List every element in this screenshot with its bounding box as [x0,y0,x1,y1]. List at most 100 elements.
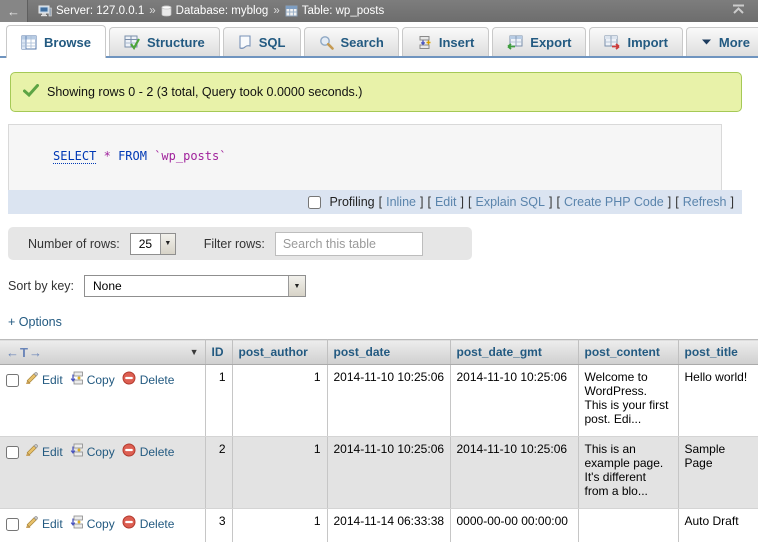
cell-post-title[interactable]: Hello world! [678,365,758,437]
collapse-icon [731,4,746,18]
delete-label: Delete [140,517,175,531]
column-header-post-date[interactable]: post_date [334,345,391,359]
column-header-post-author[interactable]: post_author [239,345,308,359]
back-button[interactable]: ← [0,0,28,22]
tab-export-label: Export [530,35,571,50]
cell-id[interactable]: 3 [205,509,232,542]
breadcrumb-table-link[interactable]: Table: wp_posts [285,5,384,17]
cell-post-date[interactable]: 2014-11-14 06:33:38 [327,509,450,542]
cell-post-content[interactable]: Welcome to WordPress. This is your first… [578,365,678,437]
bracket: ] [420,195,423,209]
delete-label: Delete [140,445,175,459]
tab-sql-label: SQL [259,35,286,50]
edit-link[interactable]: Edit [25,444,63,460]
cell-post-author[interactable]: 1 [232,365,327,437]
delete-link[interactable]: Delete [122,443,175,460]
tab-sql[interactable]: SQL [223,27,301,56]
cell-post-date-gmt[interactable]: 2014-11-10 10:25:06 [450,365,578,437]
copy-link[interactable]: Copy [70,371,115,388]
tab-import[interactable]: Import [589,27,682,56]
column-header-post-date-gmt[interactable]: post_date_gmt [457,345,542,359]
cell-post-content[interactable] [578,509,678,542]
tab-more[interactable]: More [686,27,758,56]
cell-post-date[interactable]: 2014-11-10 10:25:06 [327,365,450,437]
copy-link[interactable]: Copy [70,515,115,532]
sql-query-section: SELECT * FROM `wp_posts` Profiling [ Inl… [8,124,758,214]
check-all-arrows[interactable]: ←T→ [6,345,43,360]
sql-keyword-from: FROM [118,149,147,163]
delete-link[interactable]: Delete [122,371,175,388]
sort-by-key-label: Sort by key: [8,279,74,293]
copy-link[interactable]: Copy [70,443,115,460]
cell-post-date-gmt[interactable]: 0000-00-00 00:00:00 [450,509,578,542]
profiling-label: Profiling [329,195,374,209]
cell-post-date[interactable]: 2014-11-10 10:25:06 [327,437,450,509]
sort-by-key-select[interactable]: None ▼ [84,275,306,297]
delete-icon [122,515,136,532]
column-header-id[interactable]: ID [212,345,224,359]
cell-post-content[interactable]: This is an example page. It's different … [578,437,678,509]
number-of-rows-select[interactable]: 25 ▼ [130,233,176,255]
actions-menu-icon[interactable]: ▼ [190,347,199,357]
tab-structure[interactable]: Structure [109,27,220,56]
status-message: Showing rows 0 - 2 (3 total, Query took … [10,72,742,112]
cell-post-author[interactable]: 1 [232,509,327,542]
sql-query-display: SELECT * FROM `wp_posts` [8,124,722,190]
breadcrumb-database-link[interactable]: Database: myblog [161,5,269,17]
refresh-link[interactable]: Refresh [683,195,727,209]
tab-structure-label: Structure [147,35,205,50]
filter-rows-input[interactable] [275,232,423,256]
tab-browse[interactable]: Browse [6,25,106,58]
edit-label: Edit [42,517,63,531]
inline-link[interactable]: Inline [386,195,416,209]
row-checkbox[interactable] [6,518,19,531]
edit-link[interactable]: Edit [25,516,63,532]
tab-bar: Browse Structure SQL Search Insert [0,22,758,58]
sql-icon [238,35,252,50]
table-row: Edit Copy Delete 1 1 2014-11-10 10:25:06 2… [0,365,758,437]
cell-post-date-gmt[interactable]: 2014-11-10 10:25:06 [450,437,578,509]
cell-post-author[interactable]: 1 [232,437,327,509]
edit-link[interactable]: Edit [25,372,63,388]
cell-post-title[interactable]: Auto Draft [678,509,758,542]
sql-table-identifier: `wp_posts` [154,149,226,163]
edit-label: Edit [42,445,63,459]
bracket: ] [461,195,464,209]
tab-insert-label: Insert [439,35,474,50]
bracket: [ [427,195,430,209]
server-icon [38,5,52,17]
copy-label: Copy [87,517,115,531]
edit-query-link[interactable]: Edit [435,195,457,209]
explain-sql-link[interactable]: Explain SQL [475,195,544,209]
select-arrow-icon: ▼ [160,234,175,254]
cell-id[interactable]: 1 [205,365,232,437]
breadcrumb-server-link[interactable]: Server: 127.0.0.1 [38,5,144,17]
create-php-code-link[interactable]: Create PHP Code [564,195,664,209]
column-header-post-title[interactable]: post_title [685,345,738,359]
collapse-navigation-button[interactable] [719,4,758,18]
query-options-bar: Profiling [ Inline ] [ Edit ] [ Explain … [8,190,742,214]
tab-insert[interactable]: Insert [402,27,489,56]
column-header-post-content[interactable]: post_content [585,345,660,359]
cell-post-title[interactable]: Sample Page [678,437,758,509]
breadcrumb-separator: » [273,5,279,17]
options-toggle-link[interactable]: + Options [8,315,62,329]
pencil-icon [25,372,38,388]
bracket: [ [675,195,678,209]
table-row: Edit Copy Delete 2 1 2014-11-10 10:25:06 2… [0,437,758,509]
copy-label: Copy [87,373,115,387]
row-checkbox[interactable] [6,446,19,459]
row-checkbox[interactable] [6,374,19,387]
pencil-icon [25,516,38,532]
status-message-text: Showing rows 0 - 2 (3 total, Query took … [47,85,362,99]
delete-link[interactable]: Delete [122,515,175,532]
tab-import-label: Import [627,35,667,50]
delete-icon [122,371,136,388]
tab-browse-label: Browse [44,35,91,50]
bracket: [ [468,195,471,209]
number-of-rows-label: Number of rows: [28,237,120,251]
profiling-checkbox[interactable] [308,196,321,209]
cell-id[interactable]: 2 [205,437,232,509]
tab-search[interactable]: Search [304,27,399,56]
tab-export[interactable]: Export [492,27,586,56]
